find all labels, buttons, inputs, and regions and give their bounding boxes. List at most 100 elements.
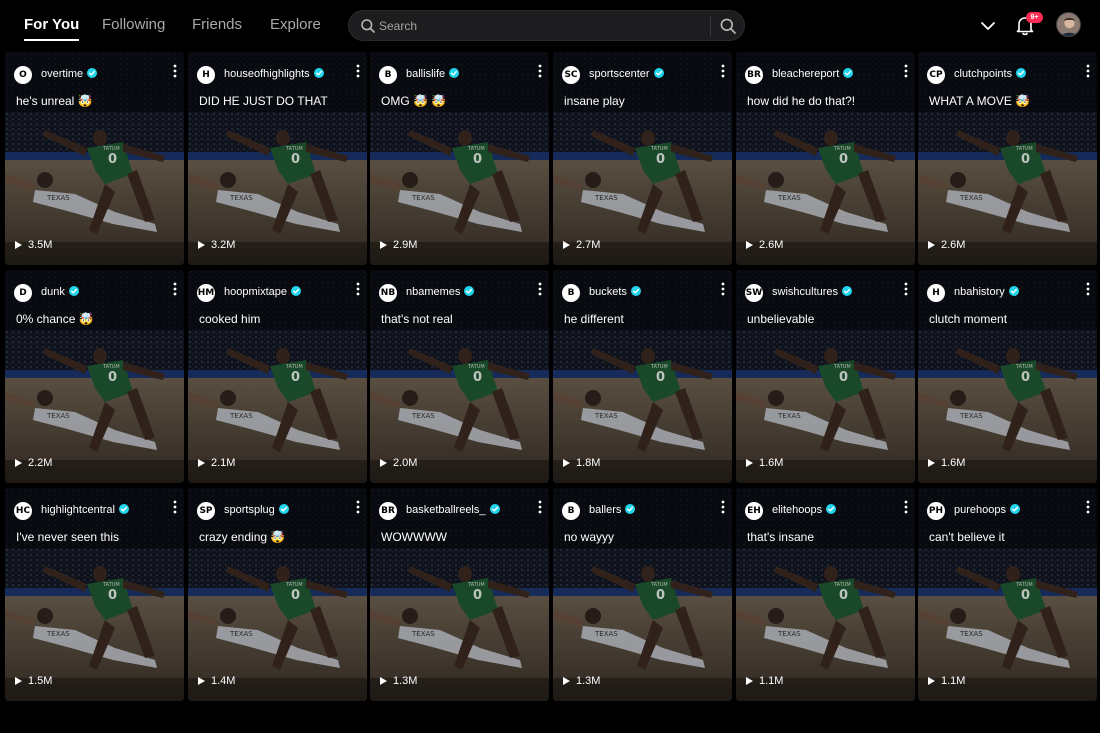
search-input[interactable] [379,16,699,36]
video-card[interactable]: TEXAS 0 TATUM BR basketballreels_ WOWWWW… [370,488,549,701]
video-card[interactable]: TEXAS 0 TATUM BR bleachereport how did h… [736,52,915,265]
channel-name[interactable]: bleachereport [772,68,854,80]
channel-name[interactable]: hoopmixtape [224,286,301,298]
channel-logo[interactable]: SC [562,66,580,84]
more-options-icon[interactable] [354,499,362,515]
more-options-icon[interactable] [354,281,362,297]
more-options-icon[interactable] [171,63,179,79]
more-options-icon[interactable] [536,63,544,79]
channel-logo[interactable]: D [14,284,32,302]
view-count-text: 1.8M [576,457,601,469]
channel-logo[interactable]: HC [14,502,32,520]
play-icon [380,241,387,249]
channel-name[interactable]: dunk [41,286,79,298]
video-card[interactable]: TEXAS 0 TATUM SC sportscenter insane pla… [553,52,732,265]
channel-logo[interactable]: NB [379,284,397,302]
video-card[interactable]: TEXAS 0 TATUM H houseofhighlights DID HE… [188,52,367,265]
tab-for-you[interactable]: For You [24,16,80,41]
verified-badge-icon [278,504,289,514]
channel-logo[interactable]: PH [927,502,945,520]
channel-logo[interactable]: O [14,66,32,84]
view-count: 2.2M [15,457,52,469]
play-icon [15,459,22,467]
channel-logo[interactable]: HM [197,284,215,302]
more-options-icon[interactable] [719,63,727,79]
channel-name[interactable]: ballers [589,504,636,516]
channel-logo[interactable]: H [927,284,945,302]
channel-name[interactable]: overtime [41,68,98,80]
channel-logo[interactable]: BR [379,502,397,520]
more-options-icon[interactable] [902,499,910,515]
tab-following[interactable]: Following [102,16,165,33]
video-card[interactable]: TEXAS 0 TATUM SW swishcultures unbelieva… [736,270,915,483]
more-options-icon[interactable] [536,499,544,515]
more-options-icon[interactable] [354,63,362,79]
video-thumbnail: TEXAS 0 TATUM [370,270,549,483]
video-caption: cooked him [199,312,261,326]
video-card[interactable]: TEXAS 0 TATUM H nbahistory clutch moment… [918,270,1097,483]
channel-logo[interactable]: H [197,66,215,84]
video-card[interactable]: TEXAS 0 TATUM SP sportsplug crazy ending… [188,488,367,701]
video-card[interactable]: TEXAS 0 TATUM NB nbamemes that's not rea… [370,270,549,483]
more-options-icon[interactable] [719,499,727,515]
channel-name[interactable]: nbahistory [954,286,1019,298]
channel-name[interactable]: sportscenter [589,68,664,80]
tab-friends[interactable]: Friends [192,16,242,33]
view-count-text: 2.0M [393,457,418,469]
search-submit-button[interactable] [719,17,737,35]
view-count-text: 3.5M [28,239,53,251]
chevron-down-icon[interactable] [978,16,998,36]
channel-name-text: ballers [589,504,622,516]
channel-logo[interactable]: B [562,284,580,302]
channel-name[interactable]: houseofhighlights [224,68,324,80]
channel-logo[interactable]: EH [745,502,763,520]
video-thumbnail: TEXAS 0 TATUM [188,52,367,265]
channel-name-text: houseofhighlights [224,68,310,80]
channel-name[interactable]: elitehoops [772,504,837,516]
more-options-icon[interactable] [171,281,179,297]
tab-label: For You [24,16,80,33]
channel-name[interactable]: swishcultures [772,286,853,298]
channel-name[interactable]: basketballreels_ [406,504,500,516]
video-card[interactable]: TEXAS 0 TATUM HC highlightcentral I've n… [5,488,184,701]
channel-logo[interactable]: SP [197,502,215,520]
view-count-text: 3.2M [211,239,236,251]
more-options-icon[interactable] [1084,281,1092,297]
channel-name[interactable]: ballislife [406,68,460,80]
channel-name[interactable]: sportsplug [224,504,289,516]
channel-logo[interactable]: BR [745,66,763,84]
verified-badge-icon [625,504,636,514]
channel-name[interactable]: buckets [589,286,641,298]
user-avatar[interactable] [1056,12,1081,37]
more-options-icon[interactable] [171,499,179,515]
channel-name[interactable]: clutchpoints [954,68,1027,80]
more-options-icon[interactable] [719,281,727,297]
channel-logo[interactable]: SW [745,284,763,302]
video-card[interactable]: TEXAS 0 TATUM D dunk 0% chance 🤯 2.2M [5,270,184,483]
video-card[interactable]: TEXAS 0 TATUM B ballers no wayyy 1.3M [553,488,732,701]
channel-name-text: sportscenter [589,68,650,80]
channel-logo[interactable]: B [562,502,580,520]
video-card[interactable]: TEXAS 0 TATUM HM hoopmixtape cooked him … [188,270,367,483]
more-options-icon[interactable] [536,281,544,297]
video-thumbnail: TEXAS 0 TATUM [370,488,549,701]
video-card[interactable]: TEXAS 0 TATUM B ballislife OMG 🤯 🤯 2.9M [370,52,549,265]
video-card[interactable]: TEXAS 0 TATUM O overtime he's unreal 🤯 3… [5,52,184,265]
more-options-icon[interactable] [902,63,910,79]
channel-name[interactable]: nbamemes [406,286,475,298]
tab-explore[interactable]: Explore [270,16,321,33]
channel-name[interactable]: purehoops [954,504,1020,516]
channel-name[interactable]: highlightcentral [41,504,129,516]
more-options-icon[interactable] [1084,499,1092,515]
channel-logo[interactable]: B [379,66,397,84]
video-card[interactable]: TEXAS 0 TATUM CP clutchpoints WHAT A MOV… [918,52,1097,265]
verified-badge-icon [489,504,500,514]
channel-logo[interactable]: CP [927,66,945,84]
notification-badge: 9+ [1026,12,1043,23]
more-options-icon[interactable] [1084,63,1092,79]
video-card[interactable]: TEXAS 0 TATUM EH elitehoops that's insan… [736,488,915,701]
video-card[interactable]: TEXAS 0 TATUM PH purehoops can't believe… [918,488,1097,701]
more-options-icon[interactable] [902,281,910,297]
video-card[interactable]: TEXAS 0 TATUM B buckets he different 1.8… [553,270,732,483]
view-count: 1.1M [928,675,965,687]
